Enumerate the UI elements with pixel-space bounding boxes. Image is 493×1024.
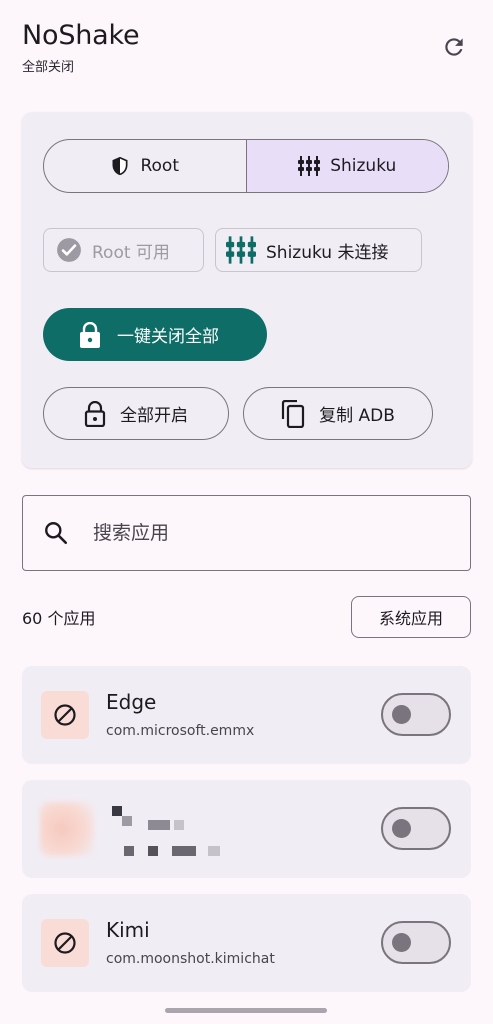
refresh-icon [445,38,463,56]
home-indicator [165,1008,327,1013]
system-apps-button[interactable]: 系统应用 [351,596,471,638]
control-panel: Root Shizuku Root 可用 Shizuku 未连接 一键关闭全部 … [22,112,472,468]
app-package: com.microsoft.emmx [106,723,255,739]
root-status-chip: Root 可用 [43,228,204,272]
lock-all-label: 一键关闭全部 [117,327,219,347]
toggle-knob [392,933,411,952]
segment-root[interactable]: Root [44,140,246,192]
app-count-label: 60 个应用 [22,609,96,628]
app-icon [41,919,89,967]
copy-adb-button[interactable]: 复制 ADB [243,387,433,440]
unlock-icon [84,400,106,427]
shizuku-icon [298,156,321,176]
segment-shizuku-label: Shizuku [330,156,397,176]
app-icon [41,691,89,739]
lock-all-button[interactable]: 一键关闭全部 [43,308,267,361]
shield-icon [112,156,128,176]
list-item[interactable] [22,780,471,878]
list-header: 60 个应用 系统应用 [22,596,471,638]
app-toggle[interactable] [381,921,451,964]
toggle-knob [392,819,411,838]
segment-root-label: Root [140,156,179,176]
header: NoShake 全部关闭 [22,20,140,75]
search-input[interactable] [93,522,423,544]
list-item[interactable]: Kimi com.moonshot.kimichat [22,894,471,992]
shizuku-status-chip[interactable]: Shizuku 未连接 [215,228,422,272]
app-title: NoShake [22,20,140,51]
mode-segmented-control: Root Shizuku [43,139,449,193]
shizuku-status-label: Shizuku 未连接 [266,242,389,263]
copy-adb-label: 复制 ADB [319,406,395,426]
app-toggle[interactable] [381,693,451,736]
open-all-label: 全部开启 [120,406,188,426]
root-status-label: Root 可用 [92,242,170,263]
refresh-button[interactable] [441,34,467,60]
open-all-button[interactable]: 全部开启 [43,387,229,440]
blurred-avatar [40,802,94,856]
toggle-knob [392,705,411,724]
segment-shizuku[interactable]: Shizuku [245,140,448,192]
search-field[interactable] [22,495,471,571]
app-name: Edge [106,690,157,714]
block-icon [54,704,76,726]
lock-icon [80,321,100,348]
shizuku-icon [226,236,256,264]
search-icon [45,522,68,545]
block-icon [54,932,76,954]
app-name: Kimi [106,918,150,942]
app-subtitle: 全部关闭 [22,60,75,75]
copy-icon [281,399,305,428]
app-package: com.moonshot.kimichat [106,951,275,967]
check-circle-icon [57,238,81,262]
app-toggle[interactable] [381,807,451,850]
list-item[interactable]: Edge com.microsoft.emmx [22,666,471,764]
